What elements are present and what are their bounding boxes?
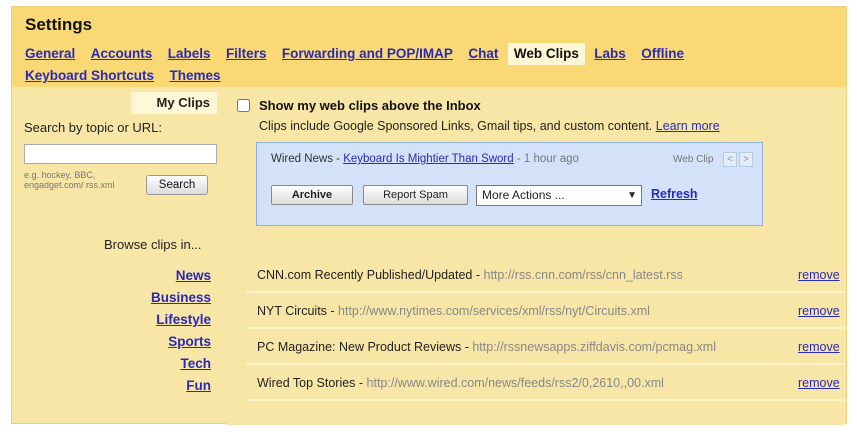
browse-label: Browse clips in... bbox=[104, 237, 202, 252]
subscribed-clips-list: CNN.com Recently Published/Updated - htt… bbox=[246, 257, 846, 401]
search-hint: e.g. hockey, BBC, engadget.com/ rss.xml bbox=[24, 170, 115, 190]
clip-entry: PC Magazine: New Product Reviews - http:… bbox=[257, 340, 716, 354]
my-clips-tab[interactable]: My Clips bbox=[131, 92, 217, 114]
clip-entry: CNN.com Recently Published/Updated - htt… bbox=[257, 268, 683, 282]
archive-button[interactable]: Archive bbox=[271, 185, 353, 205]
category-fun[interactable]: Fun bbox=[151, 375, 211, 397]
settings-header: Settings General Accounts Labels Filters… bbox=[12, 7, 846, 87]
clip-source: Wired News - bbox=[271, 153, 344, 165]
chevron-down-icon: ▼ bbox=[627, 190, 637, 201]
more-actions-value: More Actions ... bbox=[482, 188, 565, 202]
category-list: News Business Lifestyle Sports Tech Fun bbox=[151, 265, 211, 397]
next-clip-icon[interactable]: > bbox=[739, 152, 753, 167]
category-sports[interactable]: Sports bbox=[151, 331, 211, 353]
page-title: Settings bbox=[25, 15, 93, 34]
tab-accounts[interactable]: Accounts bbox=[91, 43, 153, 65]
more-actions-select[interactable]: More Actions ... ▼ bbox=[476, 185, 642, 206]
refresh-link[interactable]: Refresh bbox=[651, 187, 698, 201]
settings-panel: Settings General Accounts Labels Filters… bbox=[11, 6, 847, 425]
clips-sidebar: My Clips Search by topic or URL: e.g. ho… bbox=[16, 87, 221, 425]
clip-preview-line: Wired News - Keyboard Is Mightier Than S… bbox=[271, 153, 579, 165]
prev-clip-icon[interactable]: < bbox=[723, 152, 737, 167]
tab-keyboard-shortcuts[interactable]: Keyboard Shortcuts bbox=[25, 65, 154, 87]
clip-name: PC Magazine: New Product Reviews bbox=[257, 340, 462, 354]
web-clips-content: Show my web clips above the Inbox Clips … bbox=[226, 87, 846, 425]
clip-search-input[interactable] bbox=[24, 144, 217, 164]
tab-filters[interactable]: Filters bbox=[226, 43, 267, 65]
settings-tabs: General Accounts Labels Filters Forwardi… bbox=[25, 43, 825, 87]
clip-entry: Wired Top Stories - http://www.wired.com… bbox=[257, 376, 664, 390]
report-spam-button[interactable]: Report Spam bbox=[363, 185, 468, 205]
clip-url: http://rssnewsapps.ziffdavis.com/pcmag.x… bbox=[472, 340, 716, 354]
category-lifestyle[interactable]: Lifestyle bbox=[151, 309, 211, 331]
category-business[interactable]: Business bbox=[151, 287, 211, 309]
show-clips-checkbox[interactable] bbox=[237, 99, 250, 112]
clip-entry: NYT Circuits - http://www.nytimes.com/se… bbox=[257, 304, 650, 318]
clip-name: NYT Circuits bbox=[257, 304, 327, 318]
search-label: Search by topic or URL: bbox=[24, 120, 163, 135]
tab-forwarding[interactable]: Forwarding and POP/IMAP bbox=[282, 43, 453, 65]
tab-web-clips[interactable]: Web Clips bbox=[507, 43, 585, 65]
search-button[interactable]: Search bbox=[146, 175, 208, 195]
clip-url: http://rss.cnn.com/rss/cnn_latest.rss bbox=[483, 268, 683, 282]
list-item: NYT Circuits - http://www.nytimes.com/se… bbox=[246, 293, 846, 329]
tab-themes[interactable]: Themes bbox=[169, 65, 220, 87]
remove-link[interactable]: remove bbox=[798, 340, 840, 354]
tab-labels[interactable]: Labels bbox=[168, 43, 211, 65]
list-item: CNN.com Recently Published/Updated - htt… bbox=[246, 257, 846, 293]
remove-link[interactable]: remove bbox=[798, 304, 840, 318]
clip-url: http://www.wired.com/news/feeds/rss2/0,2… bbox=[366, 376, 664, 390]
category-news[interactable]: News bbox=[151, 265, 211, 287]
remove-link[interactable]: remove bbox=[798, 376, 840, 390]
clip-headline-link[interactable]: Keyboard Is Mightier Than Sword bbox=[343, 153, 513, 165]
clip-name: Wired Top Stories bbox=[257, 376, 356, 390]
show-clips-label[interactable]: Show my web clips above the Inbox bbox=[259, 98, 481, 113]
remove-link[interactable]: remove bbox=[798, 268, 840, 282]
tab-offline[interactable]: Offline bbox=[641, 43, 684, 65]
web-clip-preview: Wired News - Keyboard Is Mightier Than S… bbox=[256, 142, 763, 226]
web-clip-tag: Web Clip bbox=[673, 154, 714, 165]
clip-time: - 1 hour ago bbox=[513, 153, 579, 165]
list-item: Wired Top Stories - http://www.wired.com… bbox=[246, 365, 846, 401]
list-item: PC Magazine: New Product Reviews - http:… bbox=[246, 329, 846, 365]
clips-description: Clips include Google Sponsored Links, Gm… bbox=[259, 119, 720, 133]
clip-name: CNN.com Recently Published/Updated bbox=[257, 268, 473, 282]
description-text: Clips include Google Sponsored Links, Gm… bbox=[259, 119, 653, 133]
learn-more-link[interactable]: Learn more bbox=[656, 119, 720, 133]
tab-general[interactable]: General bbox=[25, 43, 75, 65]
tab-chat[interactable]: Chat bbox=[468, 43, 498, 65]
category-tech[interactable]: Tech bbox=[151, 353, 211, 375]
clip-url: http://www.nytimes.com/services/xml/rss/… bbox=[338, 304, 650, 318]
tab-labs[interactable]: Labs bbox=[594, 43, 626, 65]
